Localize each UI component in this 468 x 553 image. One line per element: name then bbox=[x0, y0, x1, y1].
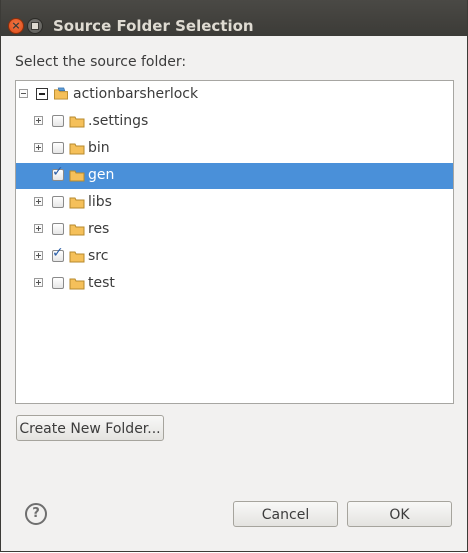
tree-item-gen[interactable]: ✓ gen bbox=[16, 163, 453, 189]
minimize-icon bbox=[31, 22, 39, 30]
folder-icon bbox=[69, 170, 85, 182]
close-button[interactable]: × bbox=[8, 18, 24, 34]
help-icon[interactable]: ? bbox=[25, 503, 47, 525]
folder-label: test bbox=[88, 275, 115, 291]
folder-checkbox[interactable]: ✓ bbox=[52, 165, 64, 181]
folder-icon bbox=[69, 278, 85, 290]
checkmark-icon: ✓ bbox=[52, 245, 64, 261]
folder-checkbox[interactable] bbox=[52, 142, 64, 154]
project-folder-icon bbox=[54, 87, 68, 100]
folder-label: .settings bbox=[88, 113, 149, 129]
folder-icon bbox=[69, 143, 85, 155]
dialog-prompt: Select the source folder: bbox=[15, 54, 187, 70]
cancel-button[interactable]: Cancel bbox=[233, 501, 338, 527]
folder-icon bbox=[69, 116, 85, 128]
folder-label: bin bbox=[88, 140, 110, 156]
tree-item-test[interactable]: test bbox=[16, 271, 453, 297]
dialog-window: × Source Folder Selection Select the sou… bbox=[0, 0, 468, 552]
folder-tree[interactable]: actionbarsherlock .settings bin ✓ gen li… bbox=[15, 80, 454, 404]
collapse-toggle[interactable] bbox=[19, 89, 28, 98]
folder-label: res bbox=[88, 221, 110, 237]
tree-item-src[interactable]: ✓ src bbox=[16, 244, 453, 270]
minimize-button[interactable] bbox=[27, 18, 43, 34]
tree-root-row[interactable]: actionbarsherlock bbox=[16, 82, 453, 108]
title-bar[interactable]: × Source Folder Selection bbox=[1, 0, 467, 36]
root-checkbox[interactable] bbox=[36, 88, 48, 100]
tree-root-label: actionbarsherlock bbox=[73, 86, 199, 102]
folder-icon bbox=[69, 224, 85, 236]
folder-label: libs bbox=[88, 194, 112, 210]
folder-label: gen bbox=[88, 167, 115, 183]
create-new-folder-button[interactable]: Create New Folder... bbox=[16, 415, 164, 441]
folder-icon bbox=[69, 251, 85, 263]
tree-item-bin[interactable]: bin bbox=[16, 136, 453, 162]
expand-toggle[interactable] bbox=[34, 224, 43, 233]
tree-item-libs[interactable]: libs bbox=[16, 190, 453, 216]
folder-checkbox[interactable] bbox=[52, 223, 64, 235]
expand-toggle[interactable] bbox=[34, 278, 43, 287]
expand-toggle[interactable] bbox=[34, 143, 43, 152]
folder-label: src bbox=[88, 248, 109, 264]
expand-toggle[interactable] bbox=[34, 116, 43, 125]
folder-icon bbox=[69, 197, 85, 209]
window-title: Source Folder Selection bbox=[53, 17, 254, 35]
close-icon: × bbox=[11, 19, 21, 32]
folder-checkbox[interactable] bbox=[52, 115, 64, 127]
expand-toggle[interactable] bbox=[34, 197, 43, 206]
checkmark-icon: ✓ bbox=[52, 164, 64, 180]
folder-checkbox[interactable] bbox=[52, 196, 64, 208]
ok-button[interactable]: OK bbox=[347, 501, 452, 527]
folder-checkbox[interactable] bbox=[52, 277, 64, 289]
folder-checkbox[interactable]: ✓ bbox=[52, 246, 64, 262]
tree-item-res[interactable]: res bbox=[16, 217, 453, 243]
tree-item-settings[interactable]: .settings bbox=[16, 109, 453, 135]
expand-toggle[interactable] bbox=[34, 251, 43, 260]
